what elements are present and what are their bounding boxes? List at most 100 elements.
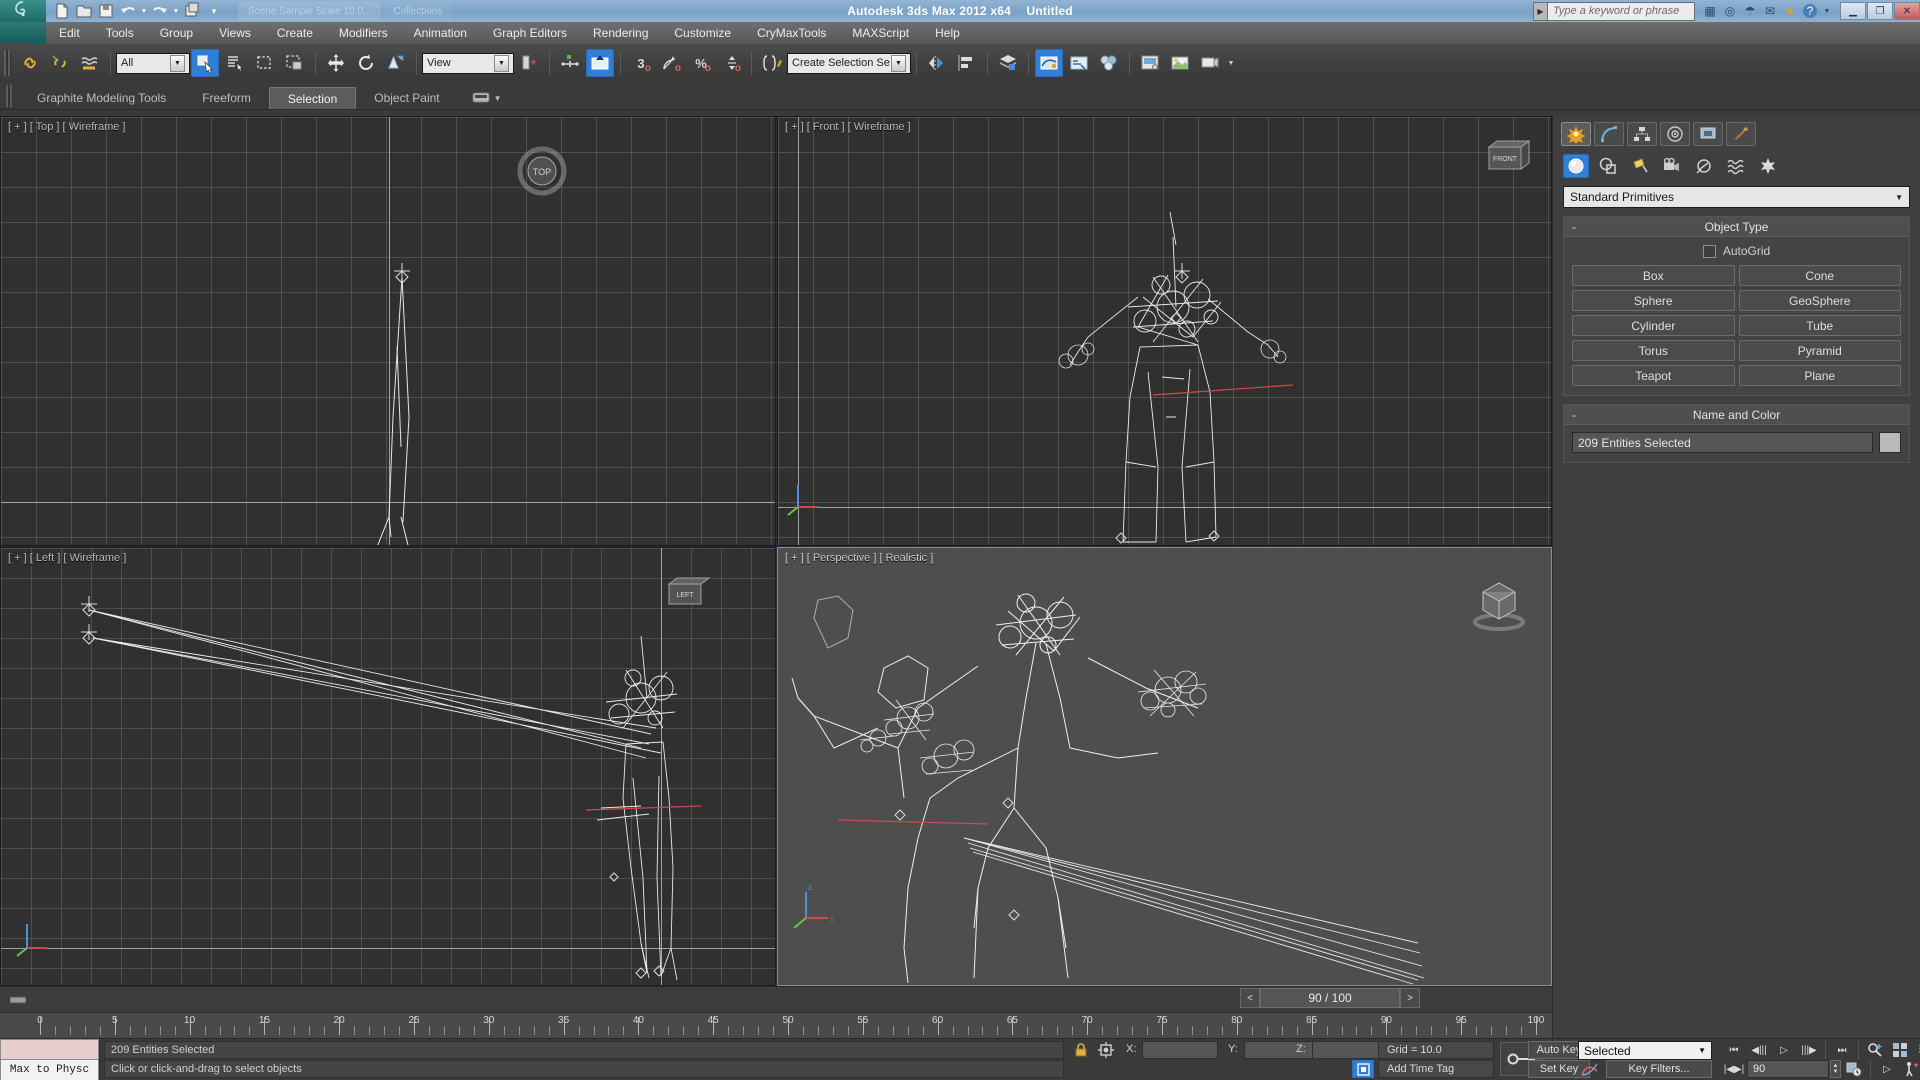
geosphere-button[interactable]: GeoSphere (1738, 290, 1901, 311)
new-icon[interactable] (52, 2, 72, 20)
x-coordinate-field[interactable] (1142, 1041, 1218, 1059)
display-tab-icon[interactable] (1693, 122, 1723, 146)
viewport-left-label[interactable]: [ + ] [ Left ] [ Wireframe ] (8, 552, 126, 564)
mini-listener-input[interactable] (0, 1039, 99, 1060)
object-color-swatch[interactable] (1879, 432, 1901, 453)
ribbon-tab-selection[interactable]: Selection (268, 87, 357, 109)
current-frame-display[interactable]: 90 / 100 (1260, 988, 1400, 1008)
viewport-perspective-label[interactable]: [ + ] [ Perspective ] [ Realistic ] (785, 552, 933, 564)
curve-editor-button[interactable] (1035, 49, 1063, 77)
ribbon-display-icon[interactable] (472, 90, 490, 107)
material-editor-icon[interactable] (1095, 49, 1123, 77)
menu-item-help[interactable]: Help (922, 22, 973, 44)
menu-item-rendering[interactable]: Rendering (580, 22, 661, 44)
schematic-view-icon[interactable] (1065, 49, 1093, 77)
close-button[interactable]: ✕ (1894, 2, 1920, 20)
document-tab[interactable]: Collections (383, 2, 453, 20)
align-icon[interactable] (953, 49, 981, 77)
menu-item-customize[interactable]: Customize (661, 22, 744, 44)
percent-snap-toggle-icon[interactable]: % o (687, 49, 715, 77)
cameras-icon[interactable] (1659, 154, 1685, 178)
menu-item-maxscript[interactable]: MAXScript (839, 22, 922, 44)
chevron-down-icon[interactable]: ▼ (891, 54, 906, 72)
menu-item-create[interactable]: Create (264, 22, 326, 44)
cylinder-button[interactable]: Cylinder (1572, 315, 1735, 336)
utilities-tab-icon[interactable] (1726, 122, 1756, 146)
max-to-physique-label[interactable]: Max to Physc (0, 1060, 99, 1080)
object-name-field[interactable]: 209 Entities Selected (1572, 432, 1873, 453)
teapot-button[interactable]: Teapot (1572, 365, 1735, 386)
reference-coordinate-system-combo[interactable]: View ▼ (422, 52, 514, 74)
lock-icon[interactable] (1072, 1042, 1090, 1058)
save-icon[interactable] (96, 2, 116, 20)
help-dropdown-icon[interactable]: ▼ (1823, 4, 1831, 18)
undo-dropdown-icon[interactable]: ▼ (140, 2, 148, 20)
viewport-perspective[interactable]: [ + ] [ Perspective ] [ Realistic ] z x (777, 547, 1552, 986)
chevron-down-icon[interactable]: ▼ (494, 54, 509, 72)
modify-tab-icon[interactable] (1594, 122, 1624, 146)
prev-frame-button[interactable]: < (1240, 988, 1260, 1008)
key-mode-toggle-button[interactable]: |◀▶| (1722, 1060, 1746, 1078)
viewport-top-label[interactable]: [ + ] [ Top ] [ Wireframe ] (8, 121, 125, 133)
collapse-icon[interactable]: - (1572, 220, 1576, 234)
menu-item-modifiers[interactable]: Modifiers (326, 22, 401, 44)
previous-frame-button[interactable]: ◀||| (1747, 1041, 1771, 1059)
favorites-icon[interactable]: ★ (1783, 4, 1797, 18)
menu-item-group[interactable]: Group (147, 22, 206, 44)
time-slider-grip-icon[interactable] (8, 990, 28, 1010)
ribbon-display-dropdown-icon[interactable]: ▼ (494, 94, 502, 103)
rendered-frame-window-icon[interactable] (1166, 49, 1194, 77)
y-coordinate-field[interactable] (1244, 1041, 1320, 1059)
motion-tab-icon[interactable] (1660, 122, 1690, 146)
ribbon-tab-object-paint[interactable]: Object Paint (356, 87, 457, 109)
chevron-down-icon[interactable]: ▼ (1698, 1046, 1706, 1055)
pan-view-icon[interactable]: ▷ (1875, 1060, 1899, 1078)
time-slider-control[interactable]: < 90 / 100 > (1240, 988, 1420, 1008)
redo-icon[interactable] (150, 2, 170, 20)
toolbar-grip[interactable] (4, 50, 11, 76)
time-tag-toggle-icon[interactable] (1352, 1060, 1374, 1078)
viewcube-perspective[interactable] (1465, 566, 1533, 634)
viewcube-left[interactable]: LEFT (657, 570, 713, 626)
create-tab-icon[interactable] (1561, 122, 1591, 146)
sphere-button[interactable]: Sphere (1572, 290, 1735, 311)
select-and-link-icon[interactable] (16, 49, 44, 77)
snaps-toggle-button[interactable] (586, 49, 614, 77)
named-selection-set-combo[interactable]: Create Selection Se ▼ (787, 52, 911, 74)
spinner-snap-toggle-icon[interactable]: o (717, 49, 745, 77)
pyramid-button[interactable]: Pyramid (1738, 340, 1901, 361)
chevron-down-icon[interactable]: ▼ (1895, 193, 1903, 202)
ribbon-grip[interactable] (6, 85, 13, 107)
zoom-extents-icon[interactable] (1913, 1041, 1920, 1059)
menu-item-animation[interactable]: Animation (401, 22, 480, 44)
viewport-left[interactable]: [ + ] [ Left ] [ Wireframe ] LEFT (0, 547, 776, 986)
menu-item-edit[interactable]: Edit (46, 22, 93, 44)
next-frame-button[interactable]: |||▶ (1797, 1041, 1821, 1059)
plane-button[interactable]: Plane (1738, 365, 1901, 386)
play-animation-button[interactable]: ▷ (1772, 1041, 1796, 1059)
go-to-start-button[interactable]: ⏮ (1722, 1041, 1746, 1059)
helpers-icon[interactable] (1691, 154, 1717, 178)
search-dropdown-icon[interactable]: ▶ (1533, 1, 1547, 21)
select-and-manipulate-icon[interactable] (556, 49, 584, 77)
cone-button[interactable]: Cone (1738, 265, 1901, 286)
z-coordinate-field[interactable] (1312, 1041, 1388, 1059)
undo-icon[interactable] (118, 2, 138, 20)
workspace-icon[interactable]: ▦ (1703, 4, 1717, 18)
open-icon[interactable] (74, 2, 94, 20)
space-warps-icon[interactable] (1723, 154, 1749, 178)
search-input[interactable]: Type a keyword or phrase (1547, 1, 1695, 21)
frame-spinner[interactable]: ▲ ▼ (1830, 1060, 1841, 1078)
document-tab[interactable]: Scene Sample Scale 10.0... (238, 2, 382, 20)
window-crossing-toggle-icon[interactable] (281, 49, 309, 77)
time-configuration-icon[interactable] (1842, 1060, 1866, 1078)
angle-snap-arc-icon[interactable]: o (657, 49, 685, 77)
torus-button[interactable]: Torus (1572, 340, 1735, 361)
shapes-icon[interactable] (1595, 154, 1621, 178)
collapse-icon[interactable]: - (1572, 408, 1576, 422)
mirror-icon[interactable] (923, 49, 951, 77)
box-button[interactable]: Box (1572, 265, 1735, 286)
viewcube-top[interactable]: TOP (514, 143, 570, 199)
use-pivot-point-center-icon[interactable] (515, 49, 543, 77)
qat-dropdown-icon[interactable]: ▼ (204, 2, 224, 20)
